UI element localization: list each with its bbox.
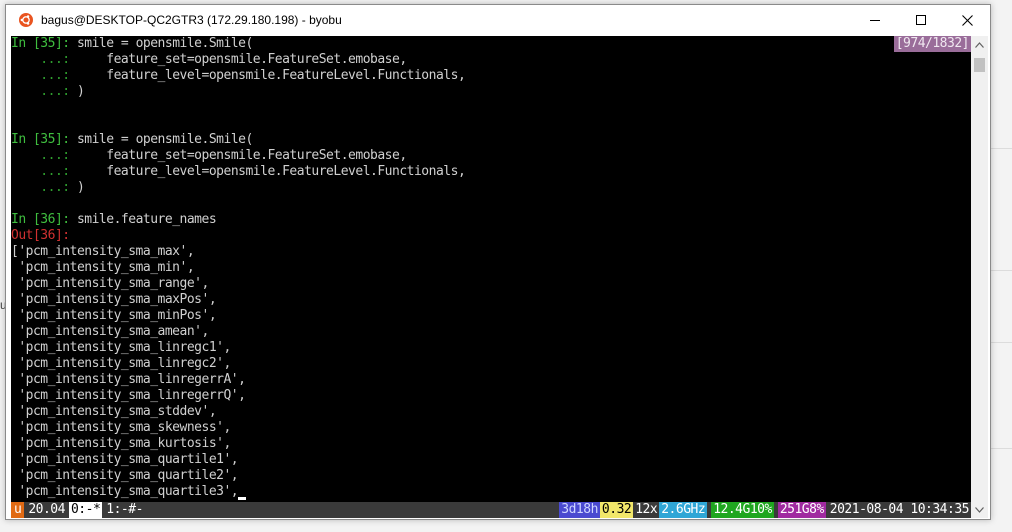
terminal-window: bagus@DESKTOP-QC2GTR3 (172.29.180.198) -… — [5, 4, 991, 520]
title-bar[interactable]: bagus@DESKTOP-QC2GTR3 (172.29.180.198) -… — [6, 5, 990, 36]
code-text: feature_set=opensmile.FeatureSet.emobase… — [76, 148, 407, 163]
minimize-icon — [869, 20, 880, 21]
output-line: 'pcm_intensity_sma_range', — [11, 276, 209, 291]
scroll-thumb[interactable] — [974, 58, 985, 72]
in-prompt: In [35]: — [11, 36, 77, 51]
terminal-line: ...: feature_level=opensmile.FeatureLeve… — [11, 68, 971, 84]
bg-divider — [988, 148, 1012, 149]
chevron-up-icon — [975, 41, 984, 48]
output-line: 'pcm_intensity_sma_quartile2', — [11, 468, 239, 483]
terminal-line: ...: ) — [11, 84, 971, 100]
output-line: 'pcm_intensity_sma_skewness', — [11, 420, 231, 435]
chevron-down-icon — [975, 506, 984, 513]
terminal-line — [11, 116, 971, 132]
scroll-position-indicator: [974/1832] — [893, 36, 971, 52]
terminal-cursor — [238, 497, 247, 500]
terminal-line: Out[36]: — [11, 228, 971, 244]
scroll-down-button[interactable] — [971, 501, 988, 518]
output-line: 'pcm_intensity_sma_quartile1', — [11, 452, 239, 467]
disk-badge: 251G8% — [777, 502, 826, 518]
output-line: 'pcm_intensity_sma_minPos', — [11, 308, 217, 323]
continuation-prompt: ...: — [11, 180, 77, 195]
output-line: 'pcm_intensity_sma_linregc1', — [11, 340, 231, 355]
code-text: ) — [76, 180, 85, 195]
terminal-line: ...: ) — [11, 180, 971, 196]
bg-divider — [988, 342, 1012, 343]
code-text: feature_level=opensmile.FeatureLevel.Fun… — [76, 68, 466, 83]
continuation-prompt: ...: — [11, 164, 77, 179]
bg-divider — [988, 448, 1012, 449]
out-prompt: Out[36]: — [11, 228, 70, 243]
code-text: smile = opensmile.Smile( — [76, 36, 253, 51]
memory-badge: 12.4G10% — [711, 502, 774, 518]
code-text: smile = opensmile.Smile( — [76, 132, 253, 147]
close-button[interactable] — [944, 5, 990, 36]
terminal-line: In [35]: smile = opensmile.Smile( — [11, 132, 971, 148]
output-line-last: 'pcm_intensity_sma_quartile3', — [11, 484, 971, 500]
scroll-up-button[interactable] — [971, 36, 988, 53]
terminal-line: ...: feature_set=opensmile.FeatureSet.em… — [11, 52, 971, 68]
output-line: 'pcm_intensity_sma_kurtosis', — [11, 436, 231, 451]
vertical-scrollbar[interactable] — [971, 36, 988, 518]
minimize-button[interactable] — [852, 5, 898, 36]
in-prompt: In [36]: — [11, 212, 77, 227]
code-text: ) — [76, 84, 85, 99]
window-tab-1[interactable]: 1:-#- — [102, 502, 147, 518]
cpu-frequency-badge: 2.6GHz — [659, 502, 708, 518]
close-icon — [961, 15, 973, 26]
bg-divider — [988, 270, 1012, 271]
output-line: 'pcm_intensity_sma_linregerrQ', — [11, 388, 246, 403]
terminal-line: ...: feature_set=opensmile.FeatureSet.em… — [11, 148, 971, 164]
distro-badge: u — [11, 502, 25, 518]
window-tab-0[interactable]: 0:-* — [68, 502, 103, 518]
ubuntu-logo-icon — [19, 13, 33, 27]
terminal-line: In [36]: smile.feature_names — [11, 212, 971, 228]
continuation-prompt: ...: — [11, 84, 77, 99]
distro-version: 20.04 — [28, 502, 65, 517]
output-line-text: 'pcm_intensity_sma_quartile3', — [11, 484, 239, 499]
statusbar-right: 3d18h 0.32 12x 2.6GHz 12.4G10% 251G8% 2021-08-… — [559, 502, 971, 518]
byobu-statusbar: u 20.04 0:-* 1:-#- 3d18h 0.32 12x 2.6GHz 12.4G1… — [11, 502, 971, 518]
maximize-icon — [915, 15, 926, 25]
in-prompt: In [35]: — [11, 132, 77, 147]
continuation-prompt: ...: — [11, 52, 77, 67]
maximize-button[interactable] — [898, 5, 944, 36]
output-line: 'pcm_intensity_sma_maxPos', — [11, 292, 217, 307]
code-text: feature_level=opensmile.FeatureLevel.Fun… — [76, 164, 466, 179]
terminal-line: ...: feature_level=opensmile.FeatureLeve… — [11, 164, 971, 180]
continuation-prompt: ...: — [11, 148, 77, 163]
output-line: 'pcm_intensity_sma_amean', — [11, 324, 209, 339]
output-line: 'pcm_intensity_sma_min', — [11, 260, 195, 275]
terminal-line — [11, 100, 971, 116]
window-title: bagus@DESKTOP-QC2GTR3 (172.29.180.198) -… — [41, 13, 342, 27]
continuation-prompt: ...: — [11, 68, 77, 83]
cpu-count: 12x — [635, 502, 658, 517]
output-line: ['pcm_intensity_sma_max', — [11, 244, 195, 259]
code-text: smile.feature_names — [76, 212, 217, 227]
output-line: 'pcm_intensity_sma_linregc2', — [11, 356, 231, 371]
output-line: 'pcm_intensity_sma_linregerrA', — [11, 372, 246, 387]
terminal-line — [11, 196, 971, 212]
code-text: feature_set=opensmile.FeatureSet.emobase… — [76, 52, 407, 67]
uptime-badge: 3d18h — [559, 502, 600, 518]
output-line: 'pcm_intensity_sma_stddev', — [11, 404, 217, 419]
terminal-output[interactable]: [974/1832] In [35]: smile = opensmile.Sm… — [11, 36, 971, 502]
load-average-badge: 0.32 — [599, 502, 634, 518]
terminal-line: In [35]: smile = opensmile.Smile( — [11, 36, 971, 52]
datetime: 2021-08-04 10:34:35 — [829, 502, 970, 517]
